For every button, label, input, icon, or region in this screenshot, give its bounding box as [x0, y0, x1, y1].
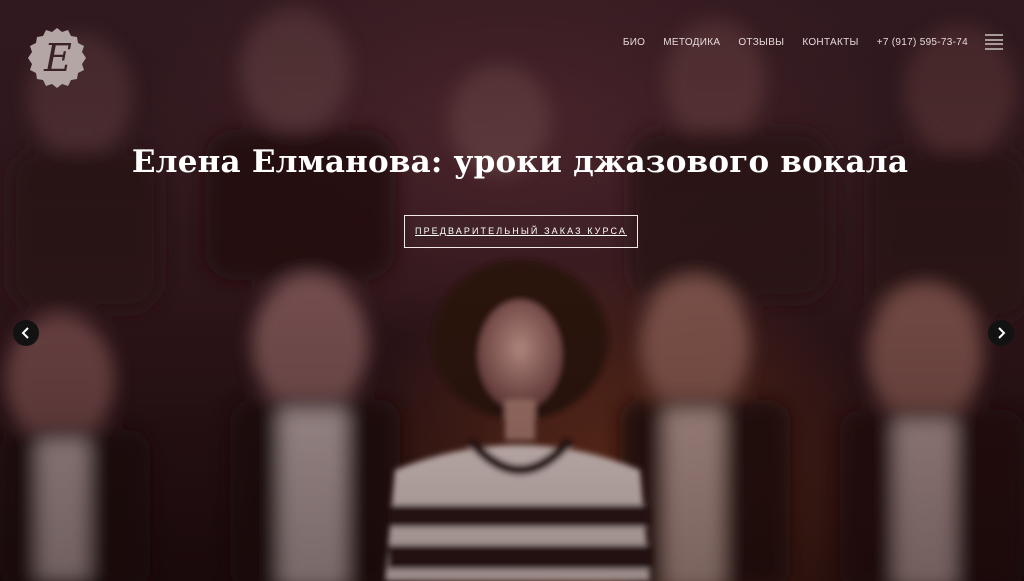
nav-item-method[interactable]: МЕТОДИКА — [663, 36, 720, 50]
nav-item-contacts[interactable]: КОНТАКТЫ — [802, 36, 858, 50]
logo-letter: Е — [43, 36, 72, 80]
logo-seal-icon: Е — [28, 28, 86, 88]
color-overlay — [0, 0, 1024, 581]
nav-item-reviews[interactable]: ОТЗЫВЫ — [738, 36, 784, 50]
chevron-right-icon — [998, 327, 1006, 339]
hamburger-line — [985, 34, 1003, 36]
slider-next-button[interactable] — [988, 320, 1014, 346]
hero-title: Елена Елманова: уроки джазового вокала — [131, 144, 909, 180]
hamburger-line — [985, 47, 1003, 50]
hamburger-icon[interactable] — [985, 34, 1003, 50]
slider-prev-button[interactable] — [13, 320, 39, 346]
phone-link[interactable]: +7 (917) 595-73-74 — [877, 36, 968, 50]
site-logo[interactable]: Е — [25, 26, 89, 90]
nav-item-bio[interactable]: БИО — [623, 36, 645, 50]
hamburger-line — [985, 43, 1003, 46]
main-nav: БИО МЕТОДИКА ОТЗЫВЫ КОНТАКТЫ +7 (917) 59… — [605, 36, 968, 50]
preorder-course-button[interactable]: ПРЕДВАРИТЕЛЬНЫЙ ЗАКАЗ КУРСА — [404, 215, 638, 248]
chevron-left-icon — [21, 327, 29, 339]
hamburger-line — [985, 38, 1003, 41]
hero-slider: Е БИО МЕТОДИКА ОТЗЫВЫ КОНТАКТЫ +7 (917) … — [0, 0, 1024, 581]
